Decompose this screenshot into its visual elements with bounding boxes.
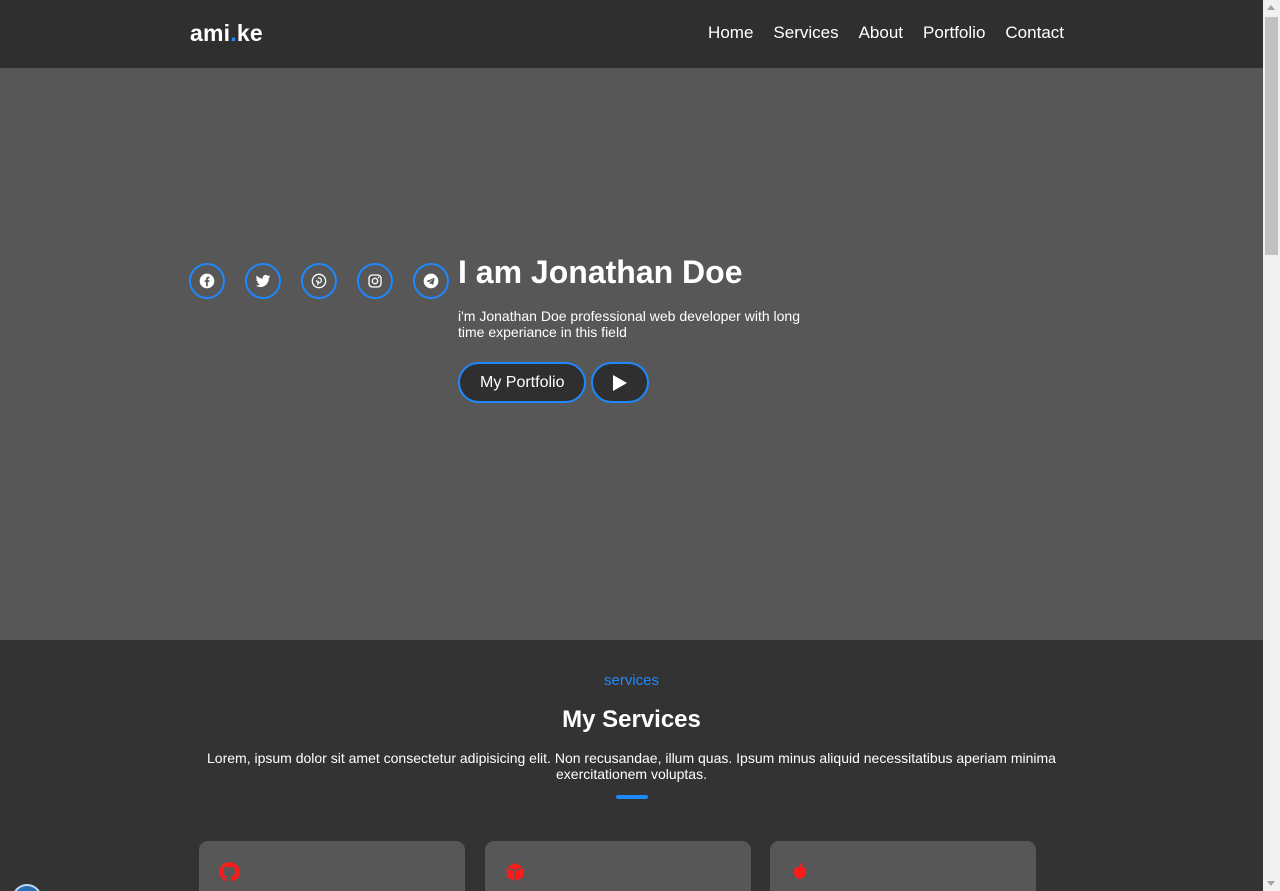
play-video-button[interactable] (591, 362, 650, 403)
pinterest-link[interactable] (301, 263, 337, 299)
hero-content: I am Jonathan Doe i'm Jonathan Doe profe… (458, 254, 838, 403)
hero-description: i'm Jonathan Doe professional web develo… (458, 308, 800, 340)
hero-title: I am Jonathan Doe (458, 254, 743, 290)
page-scrollbar[interactable] (1263, 0, 1280, 891)
my-portfolio-button[interactable]: My Portfolio (458, 362, 587, 403)
nav-link-portfolio[interactable]: Portfolio (923, 23, 985, 43)
twitter-link[interactable] (245, 263, 281, 299)
services-section: services My Services Lorem, ipsum dolor … (0, 640, 1263, 891)
nav-link-services[interactable]: Services (773, 23, 838, 43)
telegram-icon (423, 273, 439, 289)
cube-icon (506, 862, 524, 882)
instagram-link[interactable] (357, 263, 393, 299)
main-nav: Home Services About Portfolio Contact (708, 23, 1064, 43)
twitter-icon (255, 274, 271, 287)
service-card-apple[interactable] (770, 841, 1036, 891)
navbar: ami.ke Home Services About Portfolio Con… (0, 0, 1263, 68)
scroll-down-arrow-icon[interactable] (1267, 881, 1275, 886)
social-links (189, 263, 469, 299)
services-kicker: services (603, 672, 659, 689)
pinterest-icon (311, 273, 327, 289)
hero-buttons: My Portfolio (458, 362, 838, 403)
facebook-link[interactable] (189, 263, 225, 299)
scrollbar-thumb[interactable] (1265, 17, 1278, 255)
site-logo[interactable]: ami.ke (190, 20, 263, 47)
play-icon (613, 374, 628, 391)
service-card-cube[interactable] (485, 841, 751, 891)
logo-dot: . (230, 20, 237, 46)
instagram-icon (368, 274, 382, 288)
nav-link-contact[interactable]: Contact (1005, 23, 1064, 43)
logo-text-tail: ke (236, 20, 263, 46)
apple-icon (793, 863, 807, 879)
scroll-up-arrow-icon[interactable] (1267, 5, 1275, 10)
nav-link-home[interactable]: Home (708, 23, 753, 43)
hero-section: I am Jonathan Doe i'm Jonathan Doe profe… (0, 68, 1263, 640)
nav-link-about[interactable]: About (859, 23, 903, 43)
section-divider (616, 795, 648, 799)
github-icon (219, 862, 240, 882)
telegram-link[interactable] (413, 263, 449, 299)
service-card-github[interactable] (199, 841, 465, 891)
services-title: My Services (562, 706, 701, 733)
services-description: Lorem, ipsum dolor sit amet consectetur … (207, 750, 1056, 782)
facebook-icon (199, 273, 215, 289)
logo-text: ami (190, 20, 231, 46)
